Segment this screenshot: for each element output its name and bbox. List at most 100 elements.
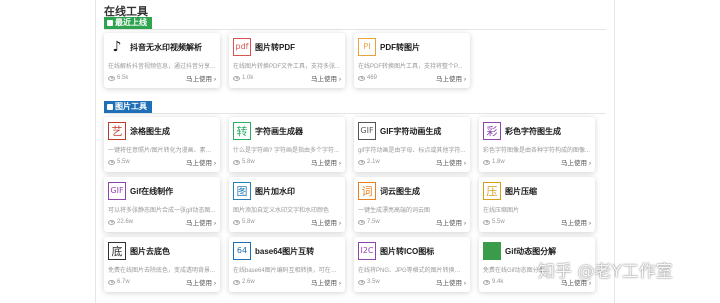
tool-card[interactable]: 词词云图生成 一键生成漂亮高端的词云图 7.5w 马上使用 › xyxy=(354,177,470,232)
card-title[interactable]: 图片转ICO图标 xyxy=(380,246,434,257)
eye-icon xyxy=(358,279,365,285)
use-now-link[interactable]: 马上使用 › xyxy=(436,277,466,287)
chevron-right-icon: › xyxy=(337,76,341,83)
eye-icon xyxy=(358,219,365,225)
tool-card[interactable]: GIF GIF字符动画生成 gif字符动画是由字母、标点或其他字符... 2.1w 马上… xyxy=(354,117,470,172)
card-description: 彩色字符图像是由各种字符构成的图像... xyxy=(483,148,591,154)
use-now-link[interactable]: 马上使用 › xyxy=(186,157,216,167)
image-icon: 图 xyxy=(233,182,251,200)
use-now-link[interactable]: 马上使用 › xyxy=(311,277,341,287)
card-title[interactable]: Gif在线制作 xyxy=(130,186,173,197)
use-now-link[interactable]: 马上使用 › xyxy=(436,73,466,83)
section-tag-tools: 图片工具 xyxy=(104,101,152,113)
chevron-right-icon: › xyxy=(212,160,216,167)
card-footer: 7.5w 马上使用 › xyxy=(358,217,466,227)
use-now-label: 马上使用 xyxy=(186,160,213,167)
card-title[interactable]: PDF转图片 xyxy=(380,42,420,53)
card-title[interactable]: base64图片互转 xyxy=(255,246,314,257)
tool-card[interactable]: 彩彩色字符图生成 彩色字符图像是由各种字符构成的图像... 1.8w 马上使用 › xyxy=(479,117,595,172)
tool-card[interactable]: pdf 图片转PDF 在线图片转换PDF文件工具，支持多张... 1.0k 马上使用 › xyxy=(229,33,345,88)
use-now-link[interactable]: 马上使用 › xyxy=(311,217,341,227)
eye-icon xyxy=(233,75,240,81)
use-now-link[interactable]: 马上使用 › xyxy=(186,73,216,83)
gif-icon: GIF xyxy=(358,122,376,140)
view-count: 6.5k xyxy=(108,75,128,81)
chevron-right-icon: › xyxy=(587,220,591,227)
view-count-text: 22.6w xyxy=(117,219,134,225)
card-description: 在线图片转换PDF文件工具，支持多张... xyxy=(233,64,341,70)
eye-icon xyxy=(108,75,115,81)
card-description: 什么是字符画? 字符画是指由多个字符... xyxy=(233,148,340,154)
use-now-link[interactable]: 马上使用 › xyxy=(561,217,591,227)
use-now-label: 马上使用 xyxy=(436,220,463,227)
wordcloud-icon: 词 xyxy=(358,182,376,200)
view-count: 2.6w xyxy=(233,279,255,285)
use-now-label: 马上使用 xyxy=(561,220,588,227)
section-label-tools: 图片工具 xyxy=(115,102,147,111)
tool-card[interactable]: 艺涂格图生成 一键将任意照片/图片转化为漫画、素描... 5.5w 马上使用 › xyxy=(104,117,220,172)
card-title[interactable]: 彩色字符图生成 xyxy=(505,126,561,137)
tool-card[interactable]: I2C 图片转ICO图标在线将PNG、JPG等格式的图片转换为ICO... 3.5w… xyxy=(354,237,470,292)
view-count: 469 xyxy=(358,75,377,81)
view-count-text: 6.7w xyxy=(117,279,130,285)
card-title[interactable]: 图片去底色 xyxy=(130,246,170,257)
tool-card[interactable]: PI PDF转图片 在线PDF转换图片工具，支持将整个P... 469 马上使用 › xyxy=(354,33,470,88)
card-title[interactable]: 图片转PDF xyxy=(255,42,295,53)
card-title[interactable]: 词云图生成 xyxy=(380,186,420,197)
card-title[interactable]: Gif动态图分解 xyxy=(505,246,556,257)
use-now-link[interactable]: 马上使用 › xyxy=(186,217,216,227)
tool-card[interactable]: 64 base64图片互转 在线base64图片编码互相转换，可在线... 2.6w 马… xyxy=(229,237,345,292)
tool-card[interactable]: 压图片压缩 在线压缩图片 5.5w 马上使用 › xyxy=(479,177,595,232)
view-count-text: 9.4k xyxy=(492,279,504,285)
card-title[interactable]: 图片压缩 xyxy=(505,186,537,197)
use-now-link[interactable]: 马上使用 › xyxy=(436,157,466,167)
use-now-link[interactable]: 马上使用 › xyxy=(311,73,341,83)
chevron-right-icon: › xyxy=(337,220,341,227)
card-title[interactable]: 字符画生成器 xyxy=(255,126,303,137)
card-description: 在线解析抖音视频信息，通过抖音分享... xyxy=(108,64,216,70)
view-count: 1.8w xyxy=(483,159,505,165)
use-now-label: 马上使用 xyxy=(436,280,463,287)
card-footer: 22.6w 马上使用 › xyxy=(108,217,216,227)
card-footer: 5.8w 马上使用 › xyxy=(233,217,341,227)
chevron-right-icon: › xyxy=(337,160,341,167)
chevron-right-icon: › xyxy=(337,280,341,287)
use-now-link[interactable]: 马上使用 › xyxy=(311,157,341,167)
card-title[interactable]: 抖音无水印视频解析 xyxy=(130,42,202,53)
chevron-right-icon: › xyxy=(212,280,216,287)
card-title[interactable]: 图片加水印 xyxy=(255,186,295,197)
chevron-right-icon: › xyxy=(462,280,466,287)
card-footer: 2.6w 马上使用 › xyxy=(233,277,341,287)
card-footer: 3.5w 马上使用 › xyxy=(358,277,466,287)
view-count: 5.5w xyxy=(108,159,130,165)
card-description: 可以将多张静态图片合成一张gif动态图... xyxy=(108,208,216,214)
tool-card[interactable]: 图图片加水印 图片添加自定义水印文字和水印颜色 5.8w 马上使用 › xyxy=(229,177,345,232)
card-title[interactable]: GIF字符动画生成 xyxy=(380,126,441,137)
tool-card[interactable]: ♪ 抖音无水印视频解析在线解析抖音视频信息，通过抖音分享... 6.5k 马上使用 › xyxy=(104,33,220,88)
tool-card[interactable]: GIF Gif在线制作 可以将多张静态图片合成一张gif动态图... 22.6w 马上使… xyxy=(104,177,220,232)
tool-card[interactable]: 转字符画生成器 什么是字符画? 字符画是指由多个字符... 5.8w 马上使用 › xyxy=(229,117,345,172)
use-now-label: 马上使用 xyxy=(186,280,213,287)
card-footer: 6.5k 马上使用 › xyxy=(108,73,216,83)
view-count: 22.6w xyxy=(108,219,133,225)
use-now-link[interactable]: 马上使用 › xyxy=(186,277,216,287)
tiktok-icon: ♪ xyxy=(112,39,122,55)
watermark: 知乎 @老Y工作室 xyxy=(538,262,673,282)
card-footer: 469 马上使用 › xyxy=(358,73,466,83)
card-title[interactable]: 涂格图生成 xyxy=(130,126,170,137)
view-count-text: 2.1w xyxy=(367,159,380,165)
view-count: 5.5w xyxy=(483,219,505,225)
use-now-link[interactable]: 马上使用 › xyxy=(561,157,591,167)
use-now-link[interactable]: 马上使用 › xyxy=(436,217,466,227)
card-description: 在线将PNG、JPG等格式的图片转换为ICO... xyxy=(358,268,466,274)
view-count-text: 5.5w xyxy=(492,219,505,225)
tool-card[interactable]: 底图片去底色 免费在线图片去除底色，变成透明背景... 6.7w 马上使用 › xyxy=(104,237,220,292)
section-divider xyxy=(104,113,606,114)
view-count-text: 1.8w xyxy=(492,159,505,165)
base64-icon: 64 xyxy=(233,242,251,260)
view-count-text: 1.0k xyxy=(242,75,254,81)
use-now-label: 马上使用 xyxy=(311,220,338,227)
chevron-right-icon: › xyxy=(587,160,591,167)
view-count-text: 2.6w xyxy=(242,279,255,285)
ico-icon: I2C xyxy=(358,242,376,260)
